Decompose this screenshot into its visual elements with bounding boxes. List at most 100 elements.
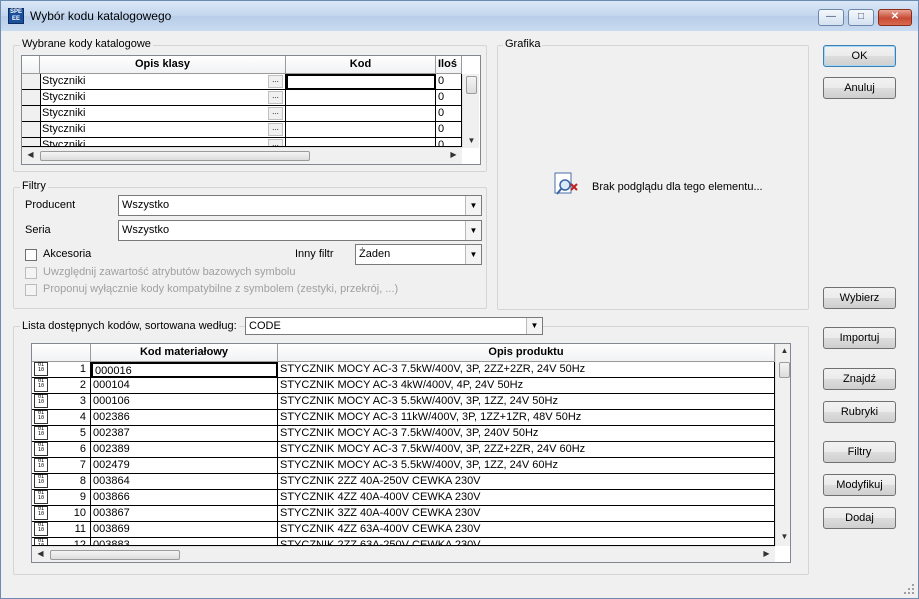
column-header-qty[interactable]: Iloś xyxy=(436,56,462,74)
row-number: 5 xyxy=(79,427,86,439)
class-desc-cell[interactable]: Styczniki... xyxy=(40,138,286,147)
chevron-down-icon[interactable]: ▼ xyxy=(465,245,481,264)
codes-grid-hscroll[interactable]: ◀ ▶ xyxy=(32,546,775,562)
product-desc-cell[interactable]: STYCZNIK 4ZZ 63A-400V CEWKA 230V xyxy=(278,522,775,538)
include-attrs-checkbox[interactable] xyxy=(25,267,37,279)
material-code-cell[interactable]: 000106 xyxy=(91,394,278,410)
class-desc-cell[interactable]: Styczniki... xyxy=(40,122,286,138)
product-desc-cell[interactable]: STYCZNIK 2ZZ 40A-250V CEWKA 230V xyxy=(278,474,775,490)
column-header-product-desc[interactable]: Opis produktu xyxy=(278,344,775,362)
accessories-checkbox[interactable] xyxy=(25,249,37,261)
chevron-down-icon[interactable]: ▼ xyxy=(526,318,542,334)
product-desc-cell[interactable]: STYCZNIK MOCY AC-3 4kW/400V, 4P, 24V 50H… xyxy=(278,378,775,394)
product-desc-cell[interactable]: STYCZNIK 2ZZ 63A-250V CEWKA 230V xyxy=(278,538,775,546)
qty-cell[interactable]: 0 xyxy=(436,138,462,147)
other-filter-select[interactable]: Żaden ▼ xyxy=(355,244,482,265)
class-desc-cell[interactable]: Styczniki... xyxy=(40,90,286,106)
add-button[interactable]: Dodaj xyxy=(823,507,896,529)
chevron-down-icon[interactable]: ▼ xyxy=(465,221,481,240)
code-cell[interactable] xyxy=(286,106,436,122)
material-code-cell[interactable]: 003883 xyxy=(91,538,278,546)
qty-cell[interactable]: 0 xyxy=(436,122,462,138)
categories-button[interactable]: Rubryki xyxy=(823,401,896,423)
file-icon: 01 10 xyxy=(34,458,48,472)
cancel-button[interactable]: Anuluj xyxy=(823,77,896,99)
resize-grip-icon[interactable] xyxy=(903,583,915,595)
product-desc-cell[interactable]: STYCZNIK MOCY AC-3 5.5kW/400V, 3P, 1ZZ, … xyxy=(278,458,775,474)
scroll-thumb[interactable] xyxy=(779,362,790,378)
codes-grid[interactable]: Kod materiałowy Opis produktu 01 10 1 00001… xyxy=(31,343,791,563)
class-desc-text: Styczniki xyxy=(42,107,86,119)
ok-button[interactable]: OK xyxy=(823,45,896,67)
code-cell[interactable] xyxy=(286,90,436,106)
select-button[interactable]: Wybierz xyxy=(823,287,896,309)
scroll-up-arrow[interactable]: ▲ xyxy=(776,346,790,355)
producer-select[interactable]: Wszystko ▼ xyxy=(118,195,482,216)
product-desc-cell[interactable]: STYCZNIK MOCY AC-3 11kW/400V, 3P, 1ZZ+1Z… xyxy=(278,410,775,426)
row-number-cell: 01 10 2 xyxy=(32,378,91,394)
product-desc-cell[interactable]: STYCZNIK MOCY AC-3 5.5kW/400V, 3P, 1ZZ, … xyxy=(278,394,775,410)
browse-ellipsis-button[interactable]: ... xyxy=(268,107,283,120)
minimize-button[interactable]: — xyxy=(818,9,844,26)
file-icon: 01 10 xyxy=(34,410,48,424)
material-code-cell[interactable]: 003864 xyxy=(91,474,278,490)
product-desc-cell[interactable]: STYCZNIK MOCY AC-3 7.5kW/400V, 3P, 2ZZ+2… xyxy=(278,362,775,378)
material-code-cell[interactable]: 003869 xyxy=(91,522,278,538)
scroll-right-arrow[interactable]: ▶ xyxy=(445,150,462,159)
selected-codes-grid[interactable]: Opis klasy Kod Iloś Styczniki... 0 Styczni… xyxy=(21,55,481,165)
scroll-right-arrow[interactable]: ▶ xyxy=(758,549,775,558)
material-code-cell[interactable]: 002389 xyxy=(91,442,278,458)
compatible-only-checkbox[interactable] xyxy=(25,284,37,296)
scroll-thumb[interactable] xyxy=(40,151,310,161)
modify-button[interactable]: Modyfikuj xyxy=(823,474,896,496)
scroll-down-arrow[interactable]: ▼ xyxy=(463,136,480,145)
series-select[interactable]: Wszystko ▼ xyxy=(118,220,482,241)
code-cell[interactable] xyxy=(286,138,436,147)
browse-ellipsis-button[interactable]: ... xyxy=(268,123,283,136)
chevron-down-icon[interactable]: ▼ xyxy=(465,196,481,215)
scroll-thumb[interactable] xyxy=(466,76,477,94)
browse-ellipsis-button[interactable]: ... xyxy=(268,75,283,88)
code-cell[interactable] xyxy=(286,74,436,90)
browse-ellipsis-button[interactable]: ... xyxy=(268,91,283,104)
codes-grid-vscroll[interactable]: ▲ ▼ xyxy=(775,344,790,546)
column-header-class[interactable]: Opis klasy xyxy=(40,56,286,74)
material-code-cell[interactable]: 002386 xyxy=(91,410,278,426)
selected-grid-vscroll[interactable]: ▲ ▼ xyxy=(462,74,479,148)
browse-ellipsis-button[interactable]: ... xyxy=(268,139,283,146)
product-desc-cell[interactable]: STYCZNIK MOCY AC-3 7.5kW/400V, 3P, 240V … xyxy=(278,426,775,442)
class-desc-cell[interactable]: Styczniki... xyxy=(40,74,286,90)
material-code-cell[interactable]: 003867 xyxy=(91,506,278,522)
scroll-down-arrow[interactable]: ▼ xyxy=(776,532,790,541)
graphic-group-label: Grafika xyxy=(503,38,543,50)
scroll-left-arrow[interactable]: ◀ xyxy=(22,150,39,159)
material-code-cell[interactable]: 002387 xyxy=(91,426,278,442)
qty-cell[interactable]: 0 xyxy=(436,74,462,90)
qty-cell[interactable]: 0 xyxy=(436,90,462,106)
filters-button[interactable]: Filtry xyxy=(823,441,896,463)
maximize-button[interactable]: □ xyxy=(848,9,874,26)
material-code-cell[interactable]: 003866 xyxy=(91,490,278,506)
class-desc-cell[interactable]: Styczniki... xyxy=(40,106,286,122)
column-header-code[interactable]: Kod xyxy=(286,56,436,74)
app-icon: SPE EE xyxy=(8,8,24,24)
product-desc-cell[interactable]: STYCZNIK 4ZZ 40A-400V CEWKA 230V xyxy=(278,490,775,506)
find-button[interactable]: Znajdź xyxy=(823,368,896,390)
column-header-material-code[interactable]: Kod materiałowy xyxy=(91,344,278,362)
row-number: 11 xyxy=(74,523,86,535)
product-desc-cell[interactable]: STYCZNIK 3ZZ 40A-400V CEWKA 230V xyxy=(278,506,775,522)
sort-select[interactable]: CODE ▼ xyxy=(245,317,543,335)
import-button[interactable]: Importuj xyxy=(823,327,896,349)
product-desc-cell[interactable]: STYCZNIK MOCY AC-3 7.5kW/400V, 3P, 2ZZ+2… xyxy=(278,442,775,458)
scroll-thumb[interactable] xyxy=(50,550,180,560)
qty-cell[interactable]: 0 xyxy=(436,106,462,122)
code-cell[interactable] xyxy=(286,122,436,138)
file-icon: 01 10 xyxy=(34,442,48,456)
material-code-cell[interactable]: 002479 xyxy=(91,458,278,474)
material-code-cell[interactable]: 000016 xyxy=(91,362,278,378)
scroll-left-arrow[interactable]: ◀ xyxy=(32,549,49,558)
material-code-cell[interactable]: 000104 xyxy=(91,378,278,394)
row-type-icon xyxy=(22,74,41,90)
close-button[interactable]: ✕ xyxy=(878,9,912,26)
selected-grid-hscroll[interactable]: ◀ ▶ xyxy=(22,147,462,164)
